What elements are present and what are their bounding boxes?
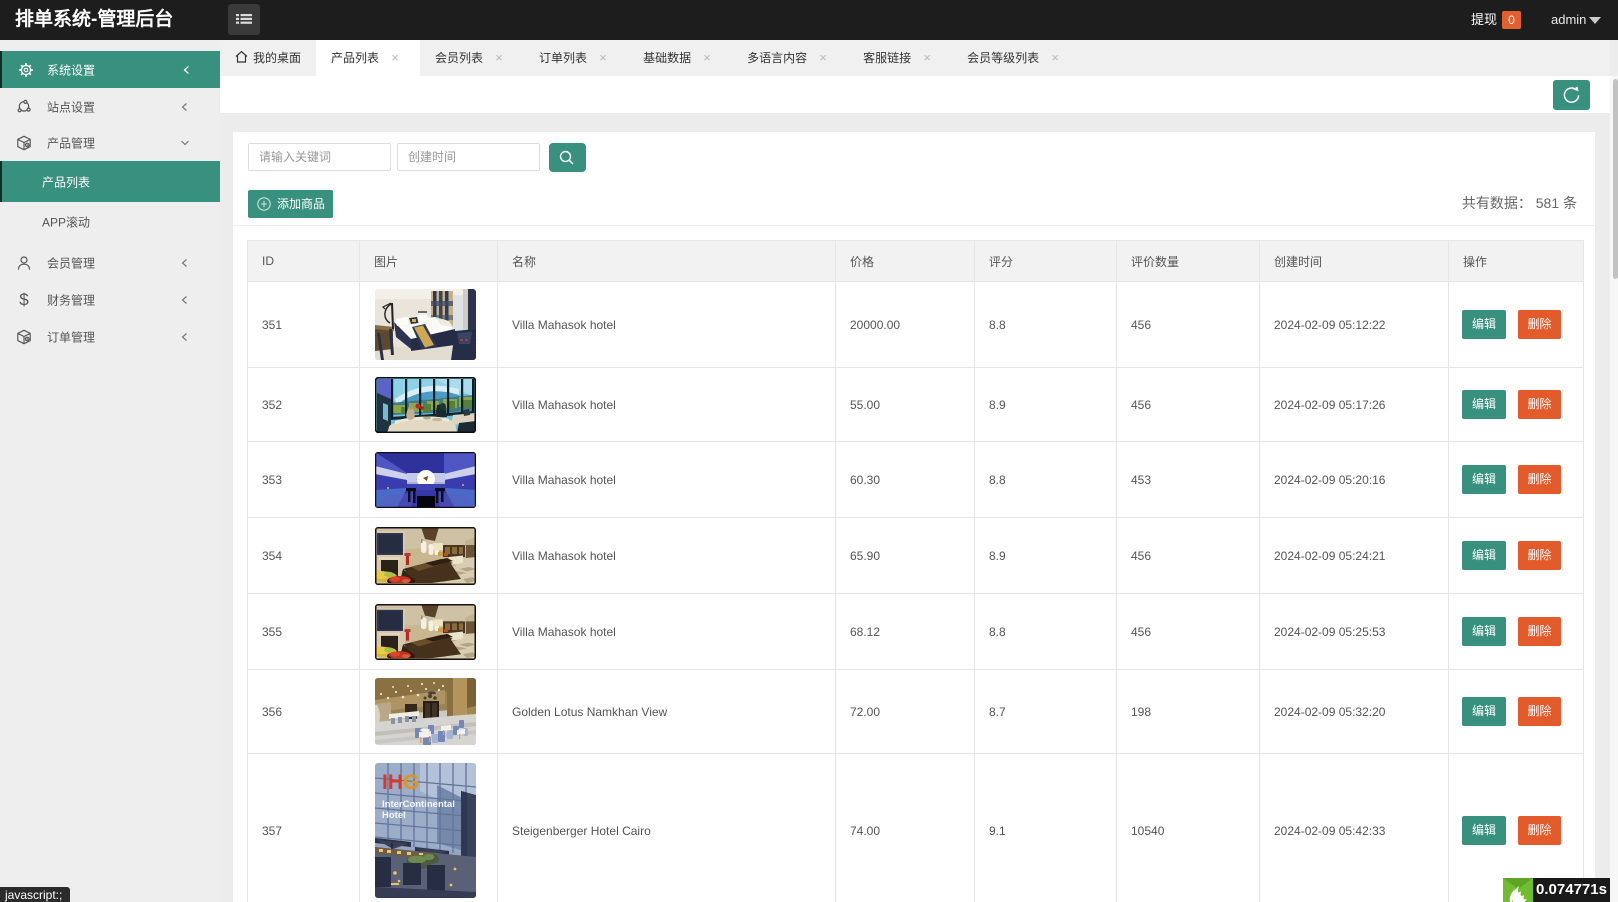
svg-text:Hotel: Hotel	[382, 810, 406, 821]
svg-text:IHG: IHG	[382, 771, 419, 794]
svg-text:InterContinental: InterContinental	[382, 799, 455, 810]
